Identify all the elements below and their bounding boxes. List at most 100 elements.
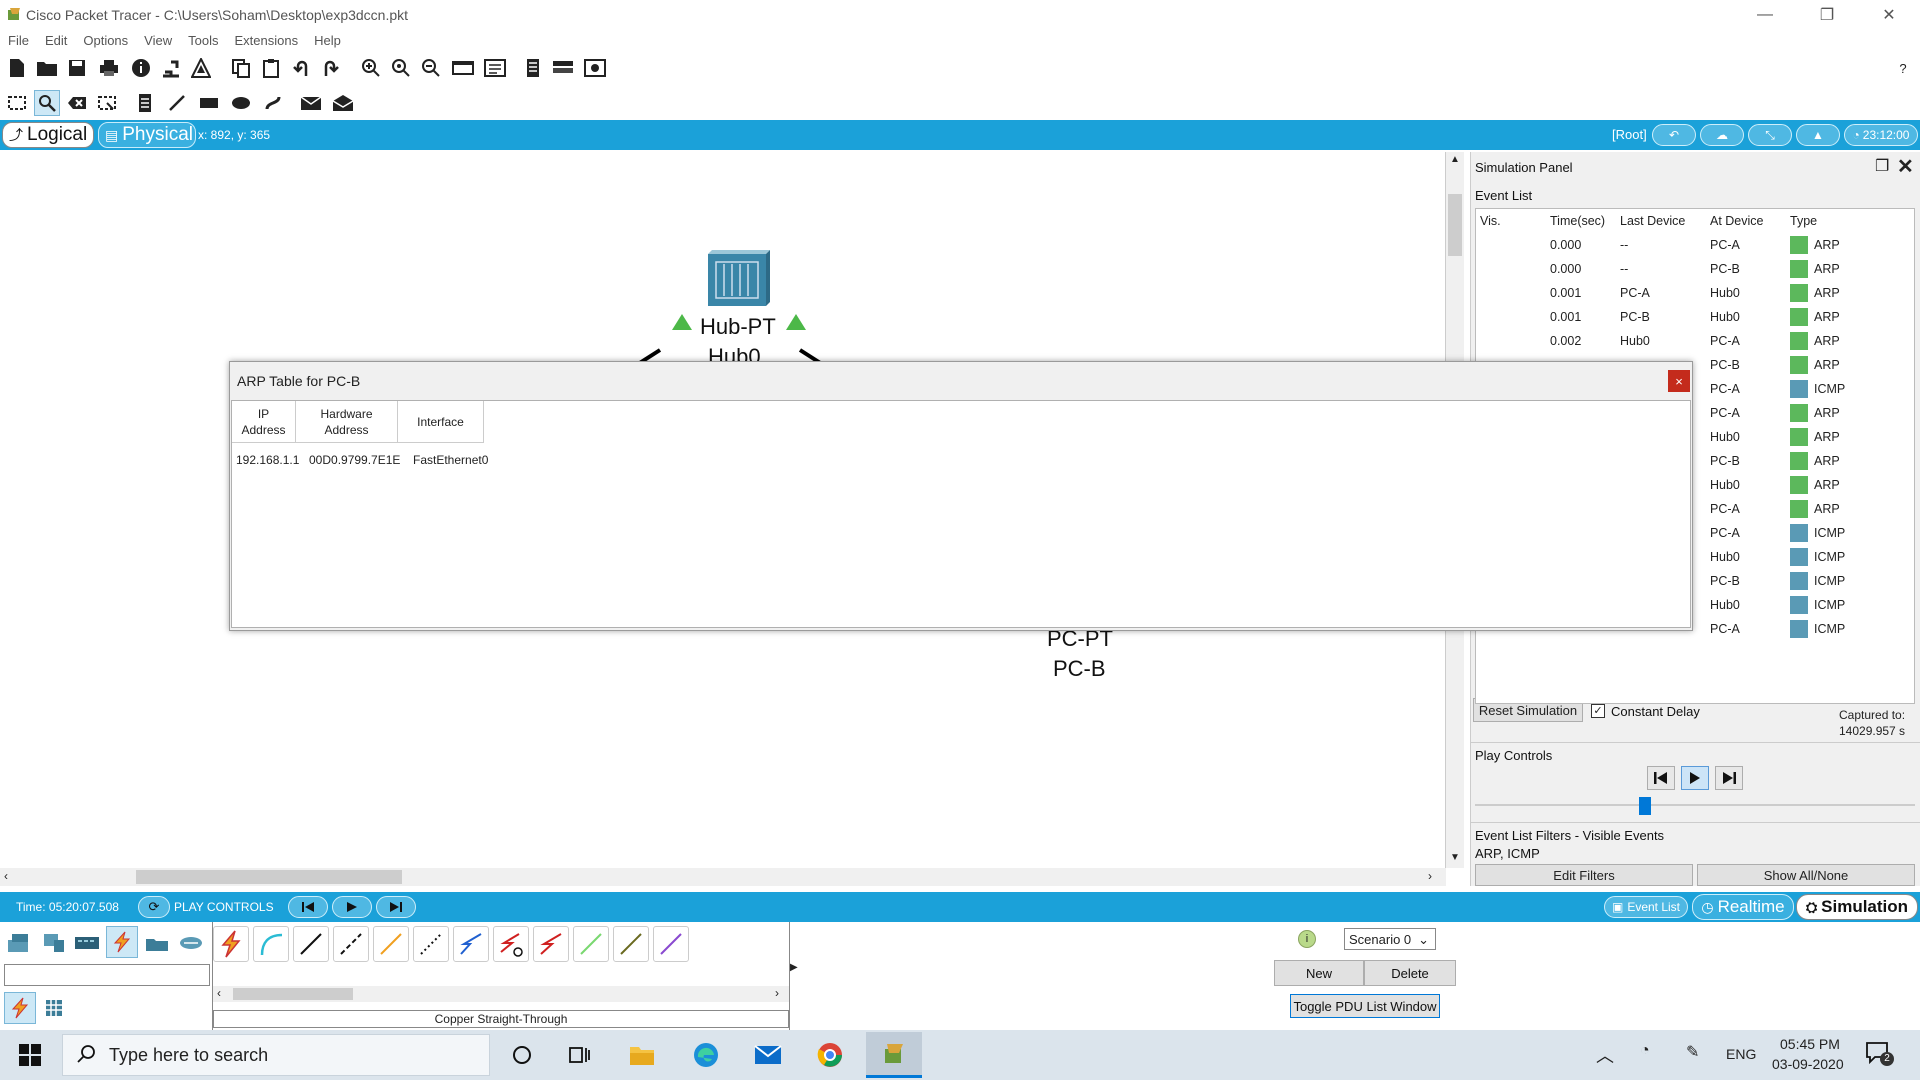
- taskbar-search-box[interactable]: Type here to search: [62, 1034, 490, 1076]
- viewport-icon[interactable]: ⤡: [1748, 124, 1792, 146]
- help-icon[interactable]: ?: [1890, 55, 1916, 81]
- packet-tracer-taskbar-icon[interactable]: [866, 1032, 922, 1078]
- activity-wizard-icon[interactable]: [188, 55, 214, 81]
- speed-slider-thumb[interactable]: [1639, 797, 1651, 815]
- menu-file[interactable]: File: [0, 30, 37, 48]
- event-type-color-icon[interactable]: [1790, 308, 1808, 326]
- menu-extensions[interactable]: Extensions: [226, 30, 306, 48]
- scroll-left-icon[interactable]: ‹: [4, 869, 8, 883]
- show-all-none-button[interactable]: Show All/None: [1697, 864, 1915, 886]
- delete-tool-icon[interactable]: [64, 90, 90, 116]
- copper-straight-through-icon[interactable]: [293, 926, 329, 962]
- chrome-icon[interactable]: [808, 1034, 852, 1076]
- play-button[interactable]: [1681, 766, 1709, 790]
- table-row[interactable]: 0.000 -- PC-A ARP: [1476, 233, 1916, 257]
- octal-cable-icon[interactable]: [573, 926, 609, 962]
- speed-slider-track[interactable]: [1475, 804, 1915, 806]
- connections-scroll-thumb[interactable]: [233, 988, 353, 1000]
- resize-tool-icon[interactable]: [94, 90, 120, 116]
- event-list-toggle[interactable]: ▣ Event List: [1604, 896, 1688, 918]
- play-icon[interactable]: [332, 896, 372, 918]
- connections-icon[interactable]: [106, 926, 138, 958]
- mail-icon[interactable]: [746, 1034, 790, 1076]
- info-icon[interactable]: [128, 55, 154, 81]
- pdu-info-icon[interactable]: i: [1298, 930, 1316, 948]
- freeform-icon[interactable]: [260, 90, 286, 116]
- table-row[interactable]: 0.001 PC-B Hub0 ARP: [1476, 305, 1916, 329]
- taskbar-date[interactable]: 03-09-2020: [1772, 1056, 1844, 1072]
- event-type-color-icon[interactable]: [1790, 620, 1808, 638]
- event-type-color-icon[interactable]: [1790, 452, 1808, 470]
- show-hidden-icons-icon[interactable]: ︿: [1596, 1042, 1614, 1068]
- coaxial-cable-icon[interactable]: [453, 926, 489, 962]
- server-rack-icon[interactable]: [550, 55, 576, 81]
- tab-physical[interactable]: ▤ Physical: [98, 122, 196, 148]
- event-type-color-icon[interactable]: [1790, 500, 1808, 518]
- event-type-color-icon[interactable]: [1790, 428, 1808, 446]
- cluster-icon[interactable]: [520, 55, 546, 81]
- zoom-reset-icon[interactable]: [388, 55, 414, 81]
- close-window-button[interactable]: ✕: [1866, 0, 1912, 30]
- scenario-select[interactable]: Scenario 0 ⌄: [1344, 928, 1436, 950]
- pen-icon[interactable]: ✎: [1686, 1042, 1699, 1062]
- note-tool-icon[interactable]: [132, 90, 158, 116]
- usb-cable-icon[interactable]: [653, 926, 689, 962]
- scroll-up-icon[interactable]: ▲: [1450, 154, 1460, 165]
- save-icon[interactable]: [64, 55, 90, 81]
- hub-icon[interactable]: [708, 250, 770, 306]
- edit-filters-button[interactable]: Edit Filters: [1475, 864, 1693, 886]
- phone-cable-icon[interactable]: [413, 926, 449, 962]
- draw-ellipse-icon[interactable]: [228, 90, 254, 116]
- minimize-button[interactable]: —: [1742, 0, 1788, 30]
- add-simple-pdu-icon[interactable]: [298, 90, 324, 116]
- horizontal-scroll-thumb[interactable]: [136, 870, 402, 884]
- event-type-color-icon[interactable]: [1790, 476, 1808, 494]
- zoom-out-icon[interactable]: [418, 55, 444, 81]
- grid-view-icon[interactable]: [42, 996, 66, 1020]
- menu-tools[interactable]: Tools: [180, 30, 226, 48]
- tab-logical[interactable]: ⤴ Logical: [2, 122, 94, 148]
- event-type-color-icon[interactable]: [1790, 332, 1808, 350]
- auto-connection-icon[interactable]: [213, 926, 249, 962]
- taskbar-time[interactable]: 05:45 PM: [1780, 1036, 1840, 1052]
- network-icon[interactable]: ◔: [1640, 1042, 1650, 1060]
- canvas-horizontal-scrollbar[interactable]: ‹ ›: [0, 868, 1446, 886]
- paste-icon[interactable]: [258, 55, 284, 81]
- menu-help[interactable]: Help: [306, 30, 349, 48]
- open-folder-icon[interactable]: [34, 55, 60, 81]
- new-file-icon[interactable]: [4, 55, 30, 81]
- cortana-icon[interactable]: [500, 1034, 544, 1076]
- arp-close-button[interactable]: ×: [1668, 370, 1690, 392]
- back-icon[interactable]: ↶: [1652, 124, 1696, 146]
- vertical-scroll-thumb[interactable]: [1448, 194, 1462, 256]
- draw-line-icon[interactable]: [164, 90, 190, 116]
- background-image-icon[interactable]: ▲: [1796, 124, 1840, 146]
- close-panel-icon[interactable]: ✕: [1897, 154, 1914, 179]
- realtime-mode-button[interactable]: ◷ Realtime: [1692, 894, 1794, 920]
- menu-edit[interactable]: Edit: [37, 30, 75, 48]
- device-search-input[interactable]: [4, 964, 210, 986]
- screenshot-icon[interactable]: [582, 55, 608, 81]
- cluster-nav-icon[interactable]: ☁: [1700, 124, 1744, 146]
- forward-step-icon[interactable]: [376, 896, 416, 918]
- print-icon[interactable]: [96, 55, 122, 81]
- connections-subtype-icon[interactable]: [4, 992, 36, 1024]
- scroll-down-icon[interactable]: ▼: [1450, 852, 1460, 863]
- end-devices-icon[interactable]: [38, 928, 68, 958]
- scroll-right-icon[interactable]: ›: [1428, 869, 1432, 883]
- undo-icon[interactable]: [288, 55, 314, 81]
- event-type-color-icon[interactable]: [1790, 236, 1808, 254]
- panel-expand-icon[interactable]: ▶: [790, 962, 804, 976]
- event-type-color-icon[interactable]: [1790, 548, 1808, 566]
- new-scenario-button[interactable]: New: [1274, 960, 1364, 986]
- delete-scenario-button[interactable]: Delete: [1364, 960, 1456, 986]
- toggle-pdu-list-button[interactable]: Toggle PDU List Window: [1290, 994, 1440, 1018]
- iot-custom-cable-icon[interactable]: [613, 926, 649, 962]
- restore-button[interactable]: ❐: [1804, 0, 1850, 30]
- scroll-left-icon[interactable]: ‹: [217, 986, 221, 1000]
- miscellaneous-icon[interactable]: [142, 928, 172, 958]
- components-icon[interactable]: [72, 928, 102, 958]
- custom-device-icon[interactable]: [482, 55, 508, 81]
- file-explorer-icon[interactable]: [620, 1034, 664, 1076]
- select-tool-icon[interactable]: [4, 90, 30, 116]
